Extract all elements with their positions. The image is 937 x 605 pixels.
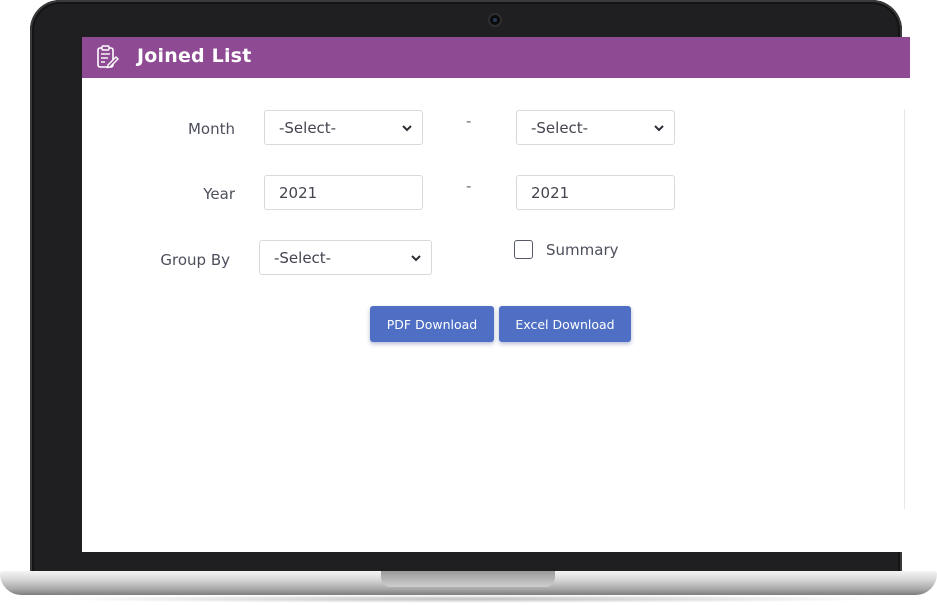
year-from-value: 2021 xyxy=(279,183,318,202)
clipboard-edit-icon xyxy=(97,45,119,69)
summary-checkbox[interactable] xyxy=(514,240,533,259)
chevron-down-icon xyxy=(402,125,412,132)
year-range-separator: - xyxy=(466,177,472,195)
month-to-value: -Select- xyxy=(531,118,589,137)
summary-label[interactable]: Summary xyxy=(546,241,619,259)
laptop-lid: Joined List Month -Select- - -Select- Ye… xyxy=(30,0,910,580)
month-from-value: -Select- xyxy=(279,118,337,137)
chevron-down-icon xyxy=(654,125,664,132)
screen: Joined List Month -Select- - -Select- Ye… xyxy=(82,37,910,552)
group-by-label: Group By xyxy=(160,251,230,269)
month-to-select[interactable]: -Select- xyxy=(516,110,675,145)
laptop-notch xyxy=(381,571,555,587)
chevron-down-icon xyxy=(411,255,421,262)
page-header: Joined List xyxy=(82,37,910,78)
laptop-shadow xyxy=(40,595,897,603)
divider xyxy=(904,109,905,509)
group-by-value: -Select- xyxy=(274,248,332,267)
month-range-separator: - xyxy=(466,112,472,130)
webcam xyxy=(490,15,500,25)
month-label: Month xyxy=(187,120,235,138)
year-from-input[interactable]: 2021 xyxy=(264,175,423,210)
year-label: Year xyxy=(203,185,235,203)
group-by-select[interactable]: -Select- xyxy=(259,240,432,275)
pdf-download-button[interactable]: PDF Download xyxy=(370,306,494,342)
year-to-value: 2021 xyxy=(531,183,570,202)
year-to-input[interactable]: 2021 xyxy=(516,175,675,210)
excel-download-button[interactable]: Excel Download xyxy=(499,306,631,342)
page-title: Joined List xyxy=(137,45,252,67)
month-from-select[interactable]: -Select- xyxy=(264,110,423,145)
